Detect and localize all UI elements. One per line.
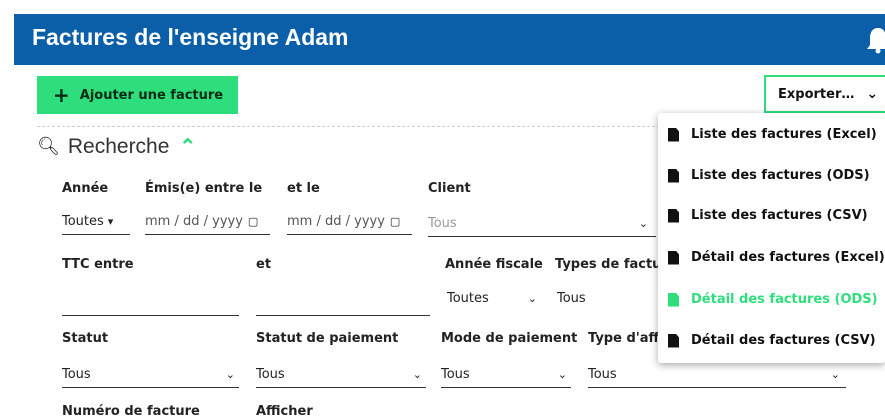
fiscal-year-label: Année fiscale <box>445 257 543 272</box>
invoice-types-value: Tous <box>557 290 586 306</box>
issued-from-date-input[interactable]: mm / dd / yyyy ▢ <box>145 209 270 235</box>
client-value: Tous <box>428 216 457 231</box>
ttc-from-input[interactable] <box>62 290 239 316</box>
year-value: Toutes <box>62 214 104 229</box>
plus-icon: + <box>53 83 70 107</box>
chevron-up-icon: ⌃ <box>179 136 197 158</box>
search-icon: 🔍︎ <box>37 136 60 156</box>
search-section-title[interactable]: 🔍︎ Recherche ⌃ <box>37 134 196 159</box>
fiscal-year-value: Toutes <box>447 290 489 306</box>
chevron-down-icon: ⌄ <box>412 368 422 381</box>
file-ods-icon <box>668 293 679 307</box>
menu-item-label: Liste des factures (Excel) <box>691 127 877 142</box>
calendar-icon[interactable]: ▢ <box>248 215 258 228</box>
chevron-down-icon: ⌄ <box>638 217 648 230</box>
year-select[interactable]: Toutes ▾ <box>62 209 130 235</box>
display-label: Afficher <box>256 404 313 419</box>
menu-item-invoice-detail-csv[interactable]: Détail des factures (CSV) <box>668 333 876 348</box>
payment-status-label: Statut de paiement <box>256 331 399 346</box>
calendar-icon[interactable]: ▢ <box>390 215 400 228</box>
issued-from-label: Émis(e) entre le <box>145 181 263 196</box>
page-title: Factures de l'enseigne Adam <box>32 24 349 50</box>
menu-item-invoice-detail-excel[interactable]: Détail des factures (Excel) <box>668 250 885 265</box>
file-csv-icon <box>668 209 679 223</box>
menu-item-invoice-list-excel[interactable]: Liste des factures (Excel) <box>668 127 877 142</box>
bell-icon[interactable] <box>865 26 885 54</box>
menu-item-invoice-list-csv[interactable]: Liste des factures (CSV) <box>668 208 868 223</box>
export-menu: Liste des factures (Excel) Liste des fac… <box>658 113 885 363</box>
deal-type-value: Tous <box>588 367 617 382</box>
add-invoice-label: Ajouter une facture <box>79 87 224 103</box>
invoice-types-label: Types de factur <box>555 257 668 272</box>
payment-status-value: Tous <box>256 367 285 382</box>
invoice-number-label: Numéro de facture <box>62 404 200 419</box>
issued-to-label: et le <box>287 181 320 196</box>
year-label: Année <box>62 181 109 196</box>
search-title-label: Recherche <box>67 134 170 158</box>
ttc-to-label: et <box>256 257 272 272</box>
menu-item-invoice-list-ods[interactable]: Liste des factures (ODS) <box>668 168 870 183</box>
chevron-down-icon: ⌄ <box>557 368 567 381</box>
invoice-types-select[interactable]: Tous <box>557 285 657 311</box>
client-select[interactable]: Tous ⌄ <box>428 211 656 237</box>
menu-item-invoice-detail-ods[interactable]: Détail des factures (ODS) <box>668 292 878 307</box>
payment-status-select[interactable]: Tous ⌄ <box>256 362 426 388</box>
chevron-down-icon: ⌄ <box>225 368 235 381</box>
chevron-down-icon: ⌄ <box>866 86 879 102</box>
issued-from-placeholder: mm / dd / yyyy <box>145 214 243 229</box>
menu-item-label: Liste des factures (CSV) <box>691 208 868 223</box>
payment-mode-value: Tous <box>441 367 470 382</box>
file-excel-icon <box>668 251 679 265</box>
issued-to-date-input[interactable]: mm / dd / yyyy ▢ <box>287 209 412 235</box>
deal-type-select[interactable]: Tous ⌄ <box>588 362 846 388</box>
menu-item-label: Détail des factures (Excel) <box>691 250 885 265</box>
menu-item-label: Liste des factures (ODS) <box>691 168 870 183</box>
fiscal-year-select[interactable]: Toutes ⌄ <box>447 285 547 311</box>
issued-to-placeholder: mm / dd / yyyy <box>287 214 385 229</box>
chevron-down-icon: ⌄ <box>527 291 537 305</box>
chevron-down-icon: ▾ <box>107 215 114 228</box>
status-value: Tous <box>62 367 91 382</box>
ttc-from-label: TTC entre <box>62 257 134 272</box>
status-select[interactable]: Tous ⌄ <box>62 362 239 388</box>
add-invoice-button[interactable]: + Ajouter une facture <box>37 76 238 114</box>
deal-type-label: Type d'affa <box>588 331 668 346</box>
status-label: Statut <box>62 331 109 346</box>
ttc-to-input[interactable] <box>256 290 430 316</box>
payment-mode-select[interactable]: Tous ⌄ <box>441 362 571 388</box>
payment-mode-label: Mode de paiement <box>441 331 578 346</box>
client-label: Client <box>428 181 471 196</box>
menu-item-label: Détail des factures (ODS) <box>691 292 878 307</box>
export-button[interactable]: Exporter… ⌄ <box>764 75 885 113</box>
file-excel-icon <box>668 128 679 142</box>
file-csv-icon <box>668 334 679 348</box>
chevron-down-icon: ⌄ <box>830 368 840 381</box>
menu-item-label: Détail des factures (CSV) <box>691 333 876 348</box>
export-label: Exporter… <box>778 86 855 102</box>
file-ods-icon <box>668 169 679 183</box>
app-header: Factures de l'enseigne Adam <box>14 14 885 65</box>
